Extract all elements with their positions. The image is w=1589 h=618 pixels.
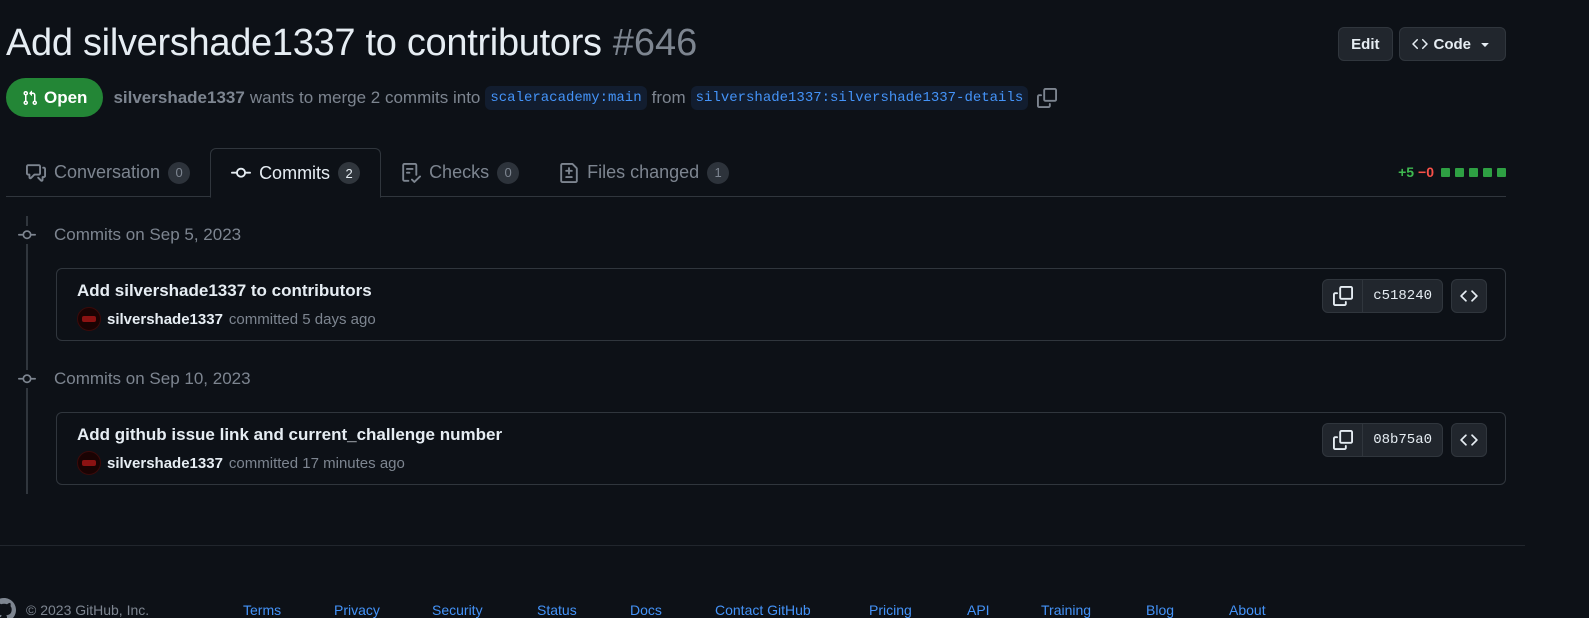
pr-title-row: Add silvershade1337 to contributors #646 [6,22,697,65]
commit-sha-link[interactable]: 08b75a0 [1363,424,1442,456]
head-branch[interactable]: silvershade1337:silvershade1337-details [690,85,1029,110]
git-commit-icon [18,370,36,388]
footer-link-about[interactable]: About [1229,602,1266,618]
timeline-line [26,216,28,494]
diffstat-block [1441,167,1450,177]
tab-files-changed[interactable]: Files changed 1 [539,148,749,197]
footer-copyright: © 2023 GitHub, Inc. [26,602,150,618]
copy-sha-icon[interactable] [1323,280,1364,312]
code-icon [1411,38,1428,50]
footer-link-contact[interactable]: Contact GitHub [715,602,811,618]
footer-link-docs[interactable]: Docs [630,602,662,618]
tab-conversation-count: 0 [168,161,191,184]
diffstat-block [1497,167,1506,177]
diffstat-deletions: −0 [1418,164,1434,180]
git-commit-icon [18,226,36,244]
footer-link-security[interactable]: Security [432,602,483,618]
diffstat-block [1455,167,1464,177]
code-button-label: Code [1433,35,1472,53]
copy-branch-icon[interactable] [1037,87,1058,108]
commit-meta: silvershade1337 committed 5 days ago [77,307,376,331]
diffstat: +5 −0 [1398,164,1506,180]
edit-button[interactable]: Edit [1338,27,1393,61]
footer-link-status[interactable]: Status [537,602,577,618]
sha-group: c518240 [1322,279,1443,313]
commit-author-link[interactable]: silvershade1337 [107,311,223,328]
tab-conversation[interactable]: Conversation 0 [6,148,210,197]
pr-author-link[interactable]: silvershade1337 [113,88,244,108]
commit-time: committed 5 days ago [228,310,376,328]
footer-link-pricing[interactable]: Pricing [869,602,912,618]
browse-repo-icon[interactable] [1451,279,1487,313]
header-actions: Edit Code [1338,27,1506,61]
tab-checks-count: 0 [497,161,520,184]
state-badge: Open [6,78,104,117]
tab-conversation-label: Conversation [54,162,161,182]
commit-group-header: Commits on Sep 5, 2023 [18,225,241,245]
footer-divider [0,545,1525,546]
checklist-icon [402,162,422,183]
tab-commits-count: 2 [338,162,361,184]
footer: © 2023 GitHub, Inc. Terms Privacy Securi… [0,598,1589,618]
browse-repo-icon[interactable] [1451,423,1487,457]
commit-sha-link[interactable]: c518240 [1363,280,1442,312]
tab-files-changed-label: Files changed [587,162,700,182]
diffstat-block [1483,167,1492,177]
commit-meta: silvershade1337 committed 17 minutes ago [77,451,405,475]
diffstat-block [1469,167,1478,177]
pr-meta-text: silvershade1337 wants to merge 2 commits… [113,85,1058,110]
pr-meta-row: Open silvershade1337 wants to merge 2 co… [6,78,1058,117]
commit-actions: c518240 [1322,279,1487,313]
commit-group-label: Commits on Sep 5, 2023 [54,225,242,244]
sha-group: 08b75a0 [1322,423,1443,457]
tab-files-changed-count: 1 [707,161,730,184]
state-label: Open [44,87,88,107]
commit-item: Add github issue link and current_challe… [56,412,1506,485]
base-branch[interactable]: scaleracademy:main [485,85,647,110]
copy-sha-icon[interactable] [1323,424,1364,456]
commit-title-link[interactable]: Add github issue link and current_challe… [77,425,502,445]
commit-title-link[interactable]: Add silvershade1337 to contributors [77,281,372,301]
avatar[interactable] [77,451,101,475]
avatar[interactable] [77,307,101,331]
commit-actions: 08b75a0 [1322,423,1487,457]
footer-link-training[interactable]: Training [1041,602,1091,618]
footer-link-blog[interactable]: Blog [1146,602,1174,618]
git-commit-icon [231,167,252,178]
tab-checks-label: Checks [429,162,490,182]
commit-author-link[interactable]: silvershade1337 [107,455,223,472]
tab-commits-label: Commits [259,162,331,183]
footer-link-privacy[interactable]: Privacy [334,602,380,618]
tab-commits[interactable]: Commits 2 [210,148,382,198]
commit-group-label: Commits on Sep 10, 2023 [54,369,251,388]
file-diff-icon [560,162,578,183]
triangle-down-icon [1481,43,1489,47]
commit-item: Add silvershade1337 to contributors silv… [56,268,1506,341]
merge-description: wants to merge 2 commits into [249,87,481,107]
pr-tabs: Conversation 0 Commits 2 Checks 0 Files … [6,148,1506,198]
tab-checks[interactable]: Checks 0 [381,148,539,197]
pull-request-icon [23,90,38,105]
pr-number: #646 [612,22,698,64]
code-button[interactable]: Code [1398,27,1506,61]
footer-link-api[interactable]: API [967,602,990,618]
footer-link-terms[interactable]: Terms [243,602,281,618]
github-logo-icon[interactable] [0,598,16,618]
commit-time: committed 17 minutes ago [228,454,405,472]
commit-group-header: Commits on Sep 10, 2023 [18,369,251,389]
pr-title: Add silvershade1337 to contributors [6,22,602,64]
comment-discussion-icon [26,163,46,182]
from-label: from [651,87,686,107]
diffstat-additions: +5 [1398,164,1415,180]
